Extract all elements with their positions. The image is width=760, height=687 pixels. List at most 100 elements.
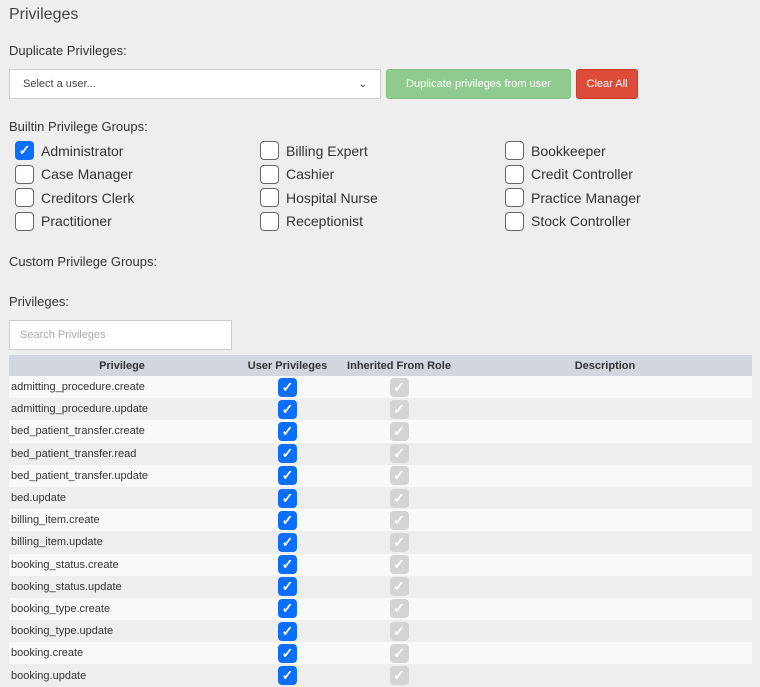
search-privileges-input[interactable]: Search Privileges: [9, 320, 232, 350]
duplicate-privileges-button[interactable]: Duplicate privileges from user: [386, 69, 571, 99]
privilege-description: [458, 531, 752, 554]
group-practitioner[interactable]: Practitioner: [15, 211, 260, 231]
user-privilege-checkbox[interactable]: ✓: [278, 643, 297, 663]
inherited-checkbox: ✓: [389, 510, 409, 530]
checkbox[interactable]: [260, 164, 279, 184]
privilege-name: booking.update: [9, 664, 235, 687]
group-label: Stock Controller: [531, 213, 631, 229]
group-creditors-clerk[interactable]: Creditors Clerk: [15, 188, 260, 207]
privilege-description: [458, 442, 752, 465]
table-row: admitting_procedure.update ✓ ✓: [9, 398, 752, 421]
checkbox[interactable]: [15, 188, 34, 207]
column-header-privilege: Privilege: [9, 355, 235, 376]
user-select[interactable]: Select a user... ⌄: [9, 69, 381, 99]
checkbox[interactable]: [260, 141, 279, 160]
table-row: bed.update ✓ ✓: [9, 486, 752, 510]
checkbox[interactable]: [260, 211, 279, 231]
group-credit-controller[interactable]: Credit Controller: [505, 164, 750, 184]
duplicate-label: Duplicate Privileges:: [9, 43, 127, 58]
builtin-groups: ✓ Administrator Billing Expert Bookkeeper Ca…: [15, 141, 755, 231]
group-label: Receptionist: [286, 213, 364, 229]
privileges-label: Privileges:: [9, 294, 69, 309]
inherited-checkbox: ✓: [389, 555, 409, 575]
inherited-checkbox: ✓: [389, 599, 409, 619]
inherited-checkbox: ✓: [389, 466, 409, 486]
user-privilege-checkbox[interactable]: ✓: [278, 377, 297, 397]
privilege-name: admitting_procedure.create: [9, 376, 235, 399]
column-header-description: Description: [458, 355, 752, 376]
privilege-name: booking_status.update: [9, 575, 235, 598]
clear-all-button[interactable]: Clear All: [576, 69, 638, 99]
group-practice-manager[interactable]: Practice Manager: [505, 188, 750, 207]
inherited-checkbox: ✓: [389, 444, 409, 464]
user-privilege-checkbox[interactable]: ✓: [278, 621, 297, 641]
checkbox[interactable]: [260, 188, 279, 207]
group-administrator[interactable]: ✓ Administrator: [15, 141, 260, 160]
privilege-name: admitting_procedure.update: [9, 398, 235, 421]
checkbox[interactable]: [505, 164, 524, 184]
table-row: booking.update ✓ ✓: [9, 664, 752, 687]
user-privilege-checkbox[interactable]: ✓: [278, 532, 297, 552]
table-row: booking.create ✓ ✓: [9, 642, 752, 665]
user-privilege-checkbox[interactable]: ✓: [278, 399, 297, 419]
privilege-name: bed_patient_transfer.update: [9, 464, 235, 487]
group-stock-controller[interactable]: Stock Controller: [505, 211, 750, 231]
privilege-name: booking.create: [9, 642, 235, 665]
privilege-description: [458, 597, 752, 621]
inherited-checkbox: ✓: [389, 577, 409, 597]
user-privilege-checkbox[interactable]: ✓: [278, 666, 297, 686]
table-row: bed_patient_transfer.read ✓ ✓: [9, 442, 752, 465]
privileges-table: Privilege User Privileges Inherited From…: [9, 355, 752, 687]
user-privilege-checkbox[interactable]: ✓: [278, 444, 297, 464]
user-privilege-checkbox[interactable]: ✓: [278, 577, 297, 597]
group-label: Bookkeeper: [531, 142, 606, 159]
privilege-description: [458, 620, 752, 643]
group-bookkeeper[interactable]: Bookkeeper: [505, 141, 750, 160]
group-receptionist[interactable]: Receptionist: [260, 211, 505, 231]
privilege-name: billing_item.update: [9, 531, 235, 554]
group-label: Cashier: [286, 166, 335, 182]
table-row: booking_status.update ✓ ✓: [9, 575, 752, 598]
user-privilege-checkbox[interactable]: ✓: [278, 466, 297, 486]
privilege-description: [458, 376, 752, 399]
group-hospital-nurse[interactable]: Hospital Nurse: [260, 188, 505, 207]
inherited-checkbox: ✓: [389, 621, 409, 641]
privilege-description: [458, 664, 752, 687]
group-label: Billing Expert: [286, 142, 368, 159]
privilege-name: booking_type.create: [9, 597, 235, 621]
privilege-description: [458, 398, 752, 421]
user-privilege-checkbox[interactable]: ✓: [278, 510, 297, 530]
privilege-name: billing_item.create: [9, 509, 235, 532]
privilege-name: booking_type.update: [9, 620, 235, 643]
group-label: Practitioner: [41, 213, 112, 229]
builtin-groups-label: Builtin Privilege Groups:: [9, 119, 148, 134]
inherited-checkbox: ✓: [389, 666, 409, 686]
table-row: billing_item.create ✓ ✓: [9, 509, 752, 532]
user-privilege-checkbox[interactable]: ✓: [278, 599, 297, 619]
table-row: booking_type.create ✓ ✓: [9, 597, 752, 621]
privilege-description: [458, 486, 752, 510]
custom-groups-label: Custom Privilege Groups:: [9, 254, 158, 269]
group-billing-expert[interactable]: Billing Expert: [260, 141, 505, 160]
user-privilege-checkbox[interactable]: ✓: [278, 488, 297, 508]
table-row: booking_type.update ✓ ✓: [9, 620, 752, 643]
group-case-manager[interactable]: Case Manager: [15, 164, 260, 184]
group-label: Credit Controller: [531, 166, 633, 182]
checkbox[interactable]: [505, 188, 524, 207]
group-cashier[interactable]: Cashier: [260, 164, 505, 184]
table-row: booking_status.create ✓ ✓: [9, 553, 752, 576]
checkbox[interactable]: [505, 141, 524, 160]
privilege-name: bed.update: [9, 486, 235, 510]
checkbox[interactable]: [505, 211, 524, 231]
checkbox[interactable]: [15, 164, 34, 184]
privilege-name: bed_patient_transfer.create: [9, 420, 235, 443]
column-header-user-privileges: User Privileges: [235, 355, 340, 376]
user-privilege-checkbox[interactable]: ✓: [278, 421, 297, 441]
inherited-checkbox: ✓: [389, 532, 409, 552]
checkbox[interactable]: ✓: [15, 141, 34, 160]
inherited-checkbox: ✓: [389, 421, 409, 441]
user-privilege-checkbox[interactable]: ✓: [278, 555, 297, 575]
table-row: bed_patient_transfer.create ✓ ✓: [9, 420, 752, 443]
checkbox[interactable]: [15, 211, 34, 231]
inherited-checkbox: ✓: [389, 399, 409, 419]
